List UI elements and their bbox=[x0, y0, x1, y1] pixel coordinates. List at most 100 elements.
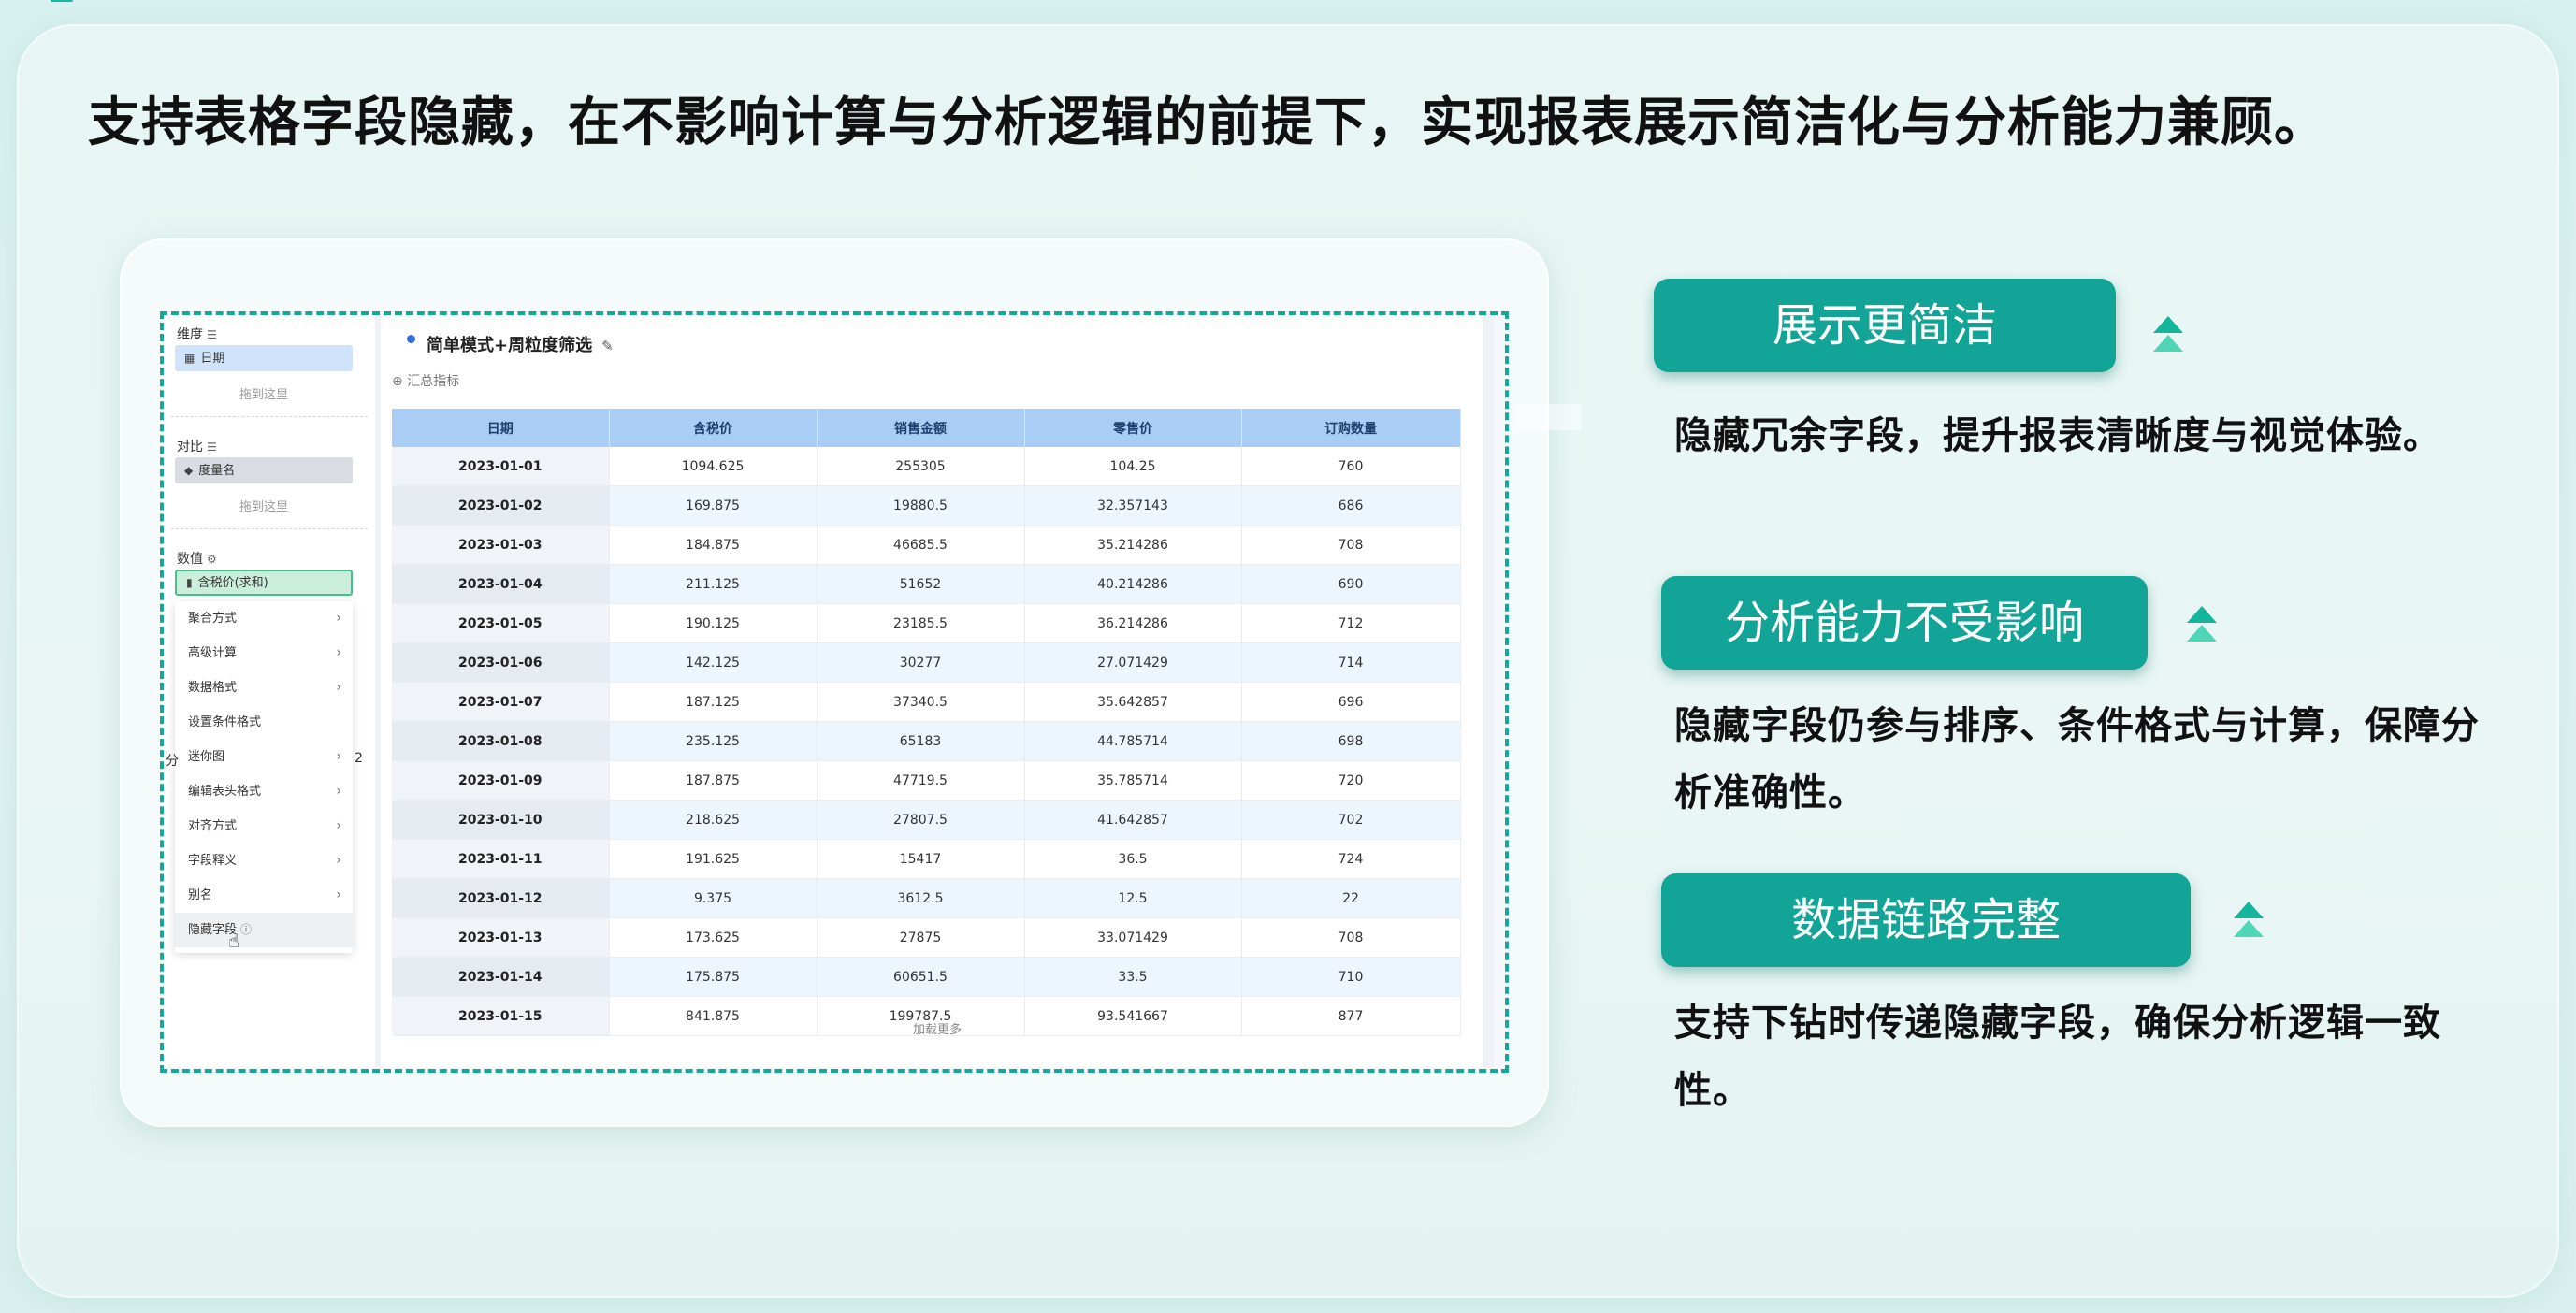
double-chevron-up-icon bbox=[2187, 606, 2217, 642]
column-header[interactable]: 销售金额 bbox=[817, 409, 1025, 447]
value-cell: 1094.625 bbox=[609, 447, 818, 486]
value-cell: 708 bbox=[1241, 525, 1461, 565]
dimension-drop-zone[interactable]: 拖到这里 bbox=[175, 384, 353, 402]
gear-icon[interactable]: ⚙ bbox=[207, 553, 217, 566]
table-body: 2023-01-01 1094.625 255305 104.25 760 2023-01… bbox=[392, 447, 1461, 1036]
value-cell: 187.875 bbox=[609, 760, 818, 801]
scrollbar[interactable] bbox=[1483, 313, 1494, 1067]
value-cell: 190.125 bbox=[609, 603, 818, 643]
table-row: 2023-01-02 169.875 19880.5 32.357143 686 bbox=[392, 485, 1461, 526]
compare-drop-zone[interactable]: 拖到这里 bbox=[175, 497, 353, 514]
sort-icon[interactable]: ☰ bbox=[207, 328, 217, 341]
menu-item-alias[interactable]: 别名 › bbox=[175, 878, 353, 913]
menu-item-aggregation[interactable]: 聚合方式 › bbox=[175, 601, 353, 636]
value-cell: 41.642857 bbox=[1024, 800, 1242, 840]
value-cell: 9.375 bbox=[609, 878, 818, 918]
field-config-panel: 维度 ☰ ▦ 日期 拖到这里 对比 ☰ ◆ 度量名 拖到这里 数值 ⚙ ▮ 含税价(求和) … bbox=[162, 313, 381, 1067]
value-cell: 27807.5 bbox=[817, 800, 1025, 840]
value-cell: 40.214286 bbox=[1024, 564, 1242, 604]
column-header[interactable]: 日期 bbox=[392, 409, 610, 447]
chevron-right-icon: › bbox=[336, 784, 341, 799]
chevron-right-icon: › bbox=[336, 680, 341, 695]
menu-item-label: 编辑表头格式 bbox=[188, 785, 262, 799]
date-cell: 2023-01-07 bbox=[392, 682, 610, 722]
value-cell: 142.125 bbox=[609, 642, 818, 683]
menu-item-header-format[interactable]: 编辑表头格式 › bbox=[175, 774, 353, 809]
table-row: 2023-01-14 175.875 60651.5 33.5 710 bbox=[392, 957, 1461, 997]
menu-item-sparkline[interactable]: 迷你图 › bbox=[175, 740, 353, 774]
value-field-label: 含税价(求和) bbox=[197, 576, 268, 590]
value-cell: 184.875 bbox=[609, 525, 818, 565]
double-chevron-up-icon bbox=[2153, 316, 2183, 352]
value-cell: 690 bbox=[1241, 564, 1461, 604]
value-cell: 35.642857 bbox=[1024, 682, 1242, 722]
menu-item-label: 迷你图 bbox=[188, 750, 225, 764]
field-context-menu: 聚合方式 › 高级计算 › 数据格式 › 设置条件格式 迷你图 › 编辑表头格式 › 对齐… bbox=[175, 601, 353, 953]
value-cell: 60651.5 bbox=[817, 957, 1025, 997]
column-header[interactable]: 零售价 bbox=[1024, 409, 1242, 447]
summary-metric-toggle[interactable]: ⊕ 汇总指标 bbox=[392, 371, 459, 390]
data-table: 日期 含税价 销售金额 零售价 订购数量 2023-01-01 1094.625 2… bbox=[392, 409, 1461, 1036]
report-title: 简单模式+周粒度筛选 ✎ bbox=[407, 332, 614, 356]
chevron-right-icon: › bbox=[336, 611, 341, 626]
table-row: 2023-01-01 1094.625 255305 104.25 760 bbox=[392, 447, 1461, 486]
date-cell: 2023-01-12 bbox=[392, 878, 610, 918]
headline: 支持表格字段隐藏，在不影响计算与分析逻辑的前提下，实现报表展示简洁化与分析能力兼… bbox=[88, 93, 2327, 153]
value-cell: 15417 bbox=[817, 839, 1025, 879]
value-cell: 708 bbox=[1241, 917, 1461, 958]
chevron-right-icon: › bbox=[336, 645, 341, 660]
menu-item-advanced-calc[interactable]: 高级计算 › bbox=[175, 636, 353, 671]
date-cell: 2023-01-14 bbox=[392, 957, 610, 997]
value-field-chip[interactable]: ▮ 含税价(求和) bbox=[175, 570, 353, 596]
calendar-icon: ▦ bbox=[184, 352, 195, 365]
load-more-link[interactable]: 加载更多 bbox=[381, 1019, 1494, 1037]
partial-text: 分 bbox=[166, 754, 179, 769]
feature-title-2: 分析能力不受影响 bbox=[1661, 576, 2148, 670]
menu-item-label: 别名 bbox=[188, 888, 213, 902]
tag-icon: ◆ bbox=[184, 464, 194, 477]
date-cell: 2023-01-04 bbox=[392, 564, 610, 604]
value-cell: 710 bbox=[1241, 957, 1461, 997]
dimension-field-chip[interactable]: ▦ 日期 bbox=[175, 345, 353, 371]
feature-title-1: 展示更简洁 bbox=[1654, 279, 2116, 372]
edit-icon[interactable]: ✎ bbox=[601, 338, 614, 354]
compare-section-label: 对比 ☰ bbox=[177, 437, 217, 455]
column-header[interactable]: 含税价 bbox=[609, 409, 818, 447]
column-header[interactable]: 订购数量 bbox=[1241, 409, 1461, 447]
feature-desc-1: 隐藏冗余字段，提升报表清晰度与视觉体验。 bbox=[1674, 414, 2441, 457]
value-cell: 36.5 bbox=[1024, 839, 1242, 879]
table-row: 2023-01-08 235.125 65183 44.785714 698 bbox=[392, 721, 1461, 761]
value-cell: 27875 bbox=[817, 917, 1025, 958]
value-cell: 46685.5 bbox=[817, 525, 1025, 565]
table-row: 2023-01-09 187.875 47719.5 35.785714 720 bbox=[392, 760, 1461, 801]
partial-text: 2 bbox=[355, 751, 363, 766]
sort-icon[interactable]: ☰ bbox=[207, 440, 217, 454]
value-cell: 187.125 bbox=[609, 682, 818, 722]
value-cell: 35.785714 bbox=[1024, 760, 1242, 801]
menu-item-label: 高级计算 bbox=[188, 646, 238, 660]
menu-item-hide-field[interactable]: 隐藏字段 ⓘ bbox=[175, 913, 353, 947]
top-accent-bar bbox=[51, 0, 73, 2]
info-icon[interactable]: ⓘ bbox=[240, 923, 252, 936]
value-cell: 32.357143 bbox=[1024, 485, 1242, 526]
date-cell: 2023-01-05 bbox=[392, 603, 610, 643]
value-cell: 65183 bbox=[817, 721, 1025, 761]
table-row: 2023-01-04 211.125 51652 40.214286 690 bbox=[392, 564, 1461, 604]
value-cell: 218.625 bbox=[609, 800, 818, 840]
table-row: 2023-01-13 173.625 27875 33.071429 708 bbox=[392, 917, 1461, 958]
value-cell: 35.214286 bbox=[1024, 525, 1242, 565]
date-cell: 2023-01-11 bbox=[392, 839, 610, 879]
compare-field-chip[interactable]: ◆ 度量名 bbox=[175, 457, 353, 483]
menu-item-alignment[interactable]: 对齐方式 › bbox=[175, 809, 353, 844]
bar-chart-icon: ▮ bbox=[186, 576, 193, 589]
chevron-right-icon: › bbox=[336, 818, 341, 833]
section-divider bbox=[171, 528, 368, 529]
value-cell: 175.875 bbox=[609, 957, 818, 997]
menu-item-data-format[interactable]: 数据格式 › bbox=[175, 671, 353, 705]
date-cell: 2023-01-02 bbox=[392, 485, 610, 526]
menu-item-field-definition[interactable]: 字段释义 › bbox=[175, 844, 353, 878]
value-cell: 47719.5 bbox=[817, 760, 1025, 801]
menu-item-conditional-format[interactable]: 设置条件格式 bbox=[175, 705, 353, 740]
feature-title-3: 数据链路完整 bbox=[1661, 873, 2191, 967]
value-cell: 3612.5 bbox=[817, 878, 1025, 918]
